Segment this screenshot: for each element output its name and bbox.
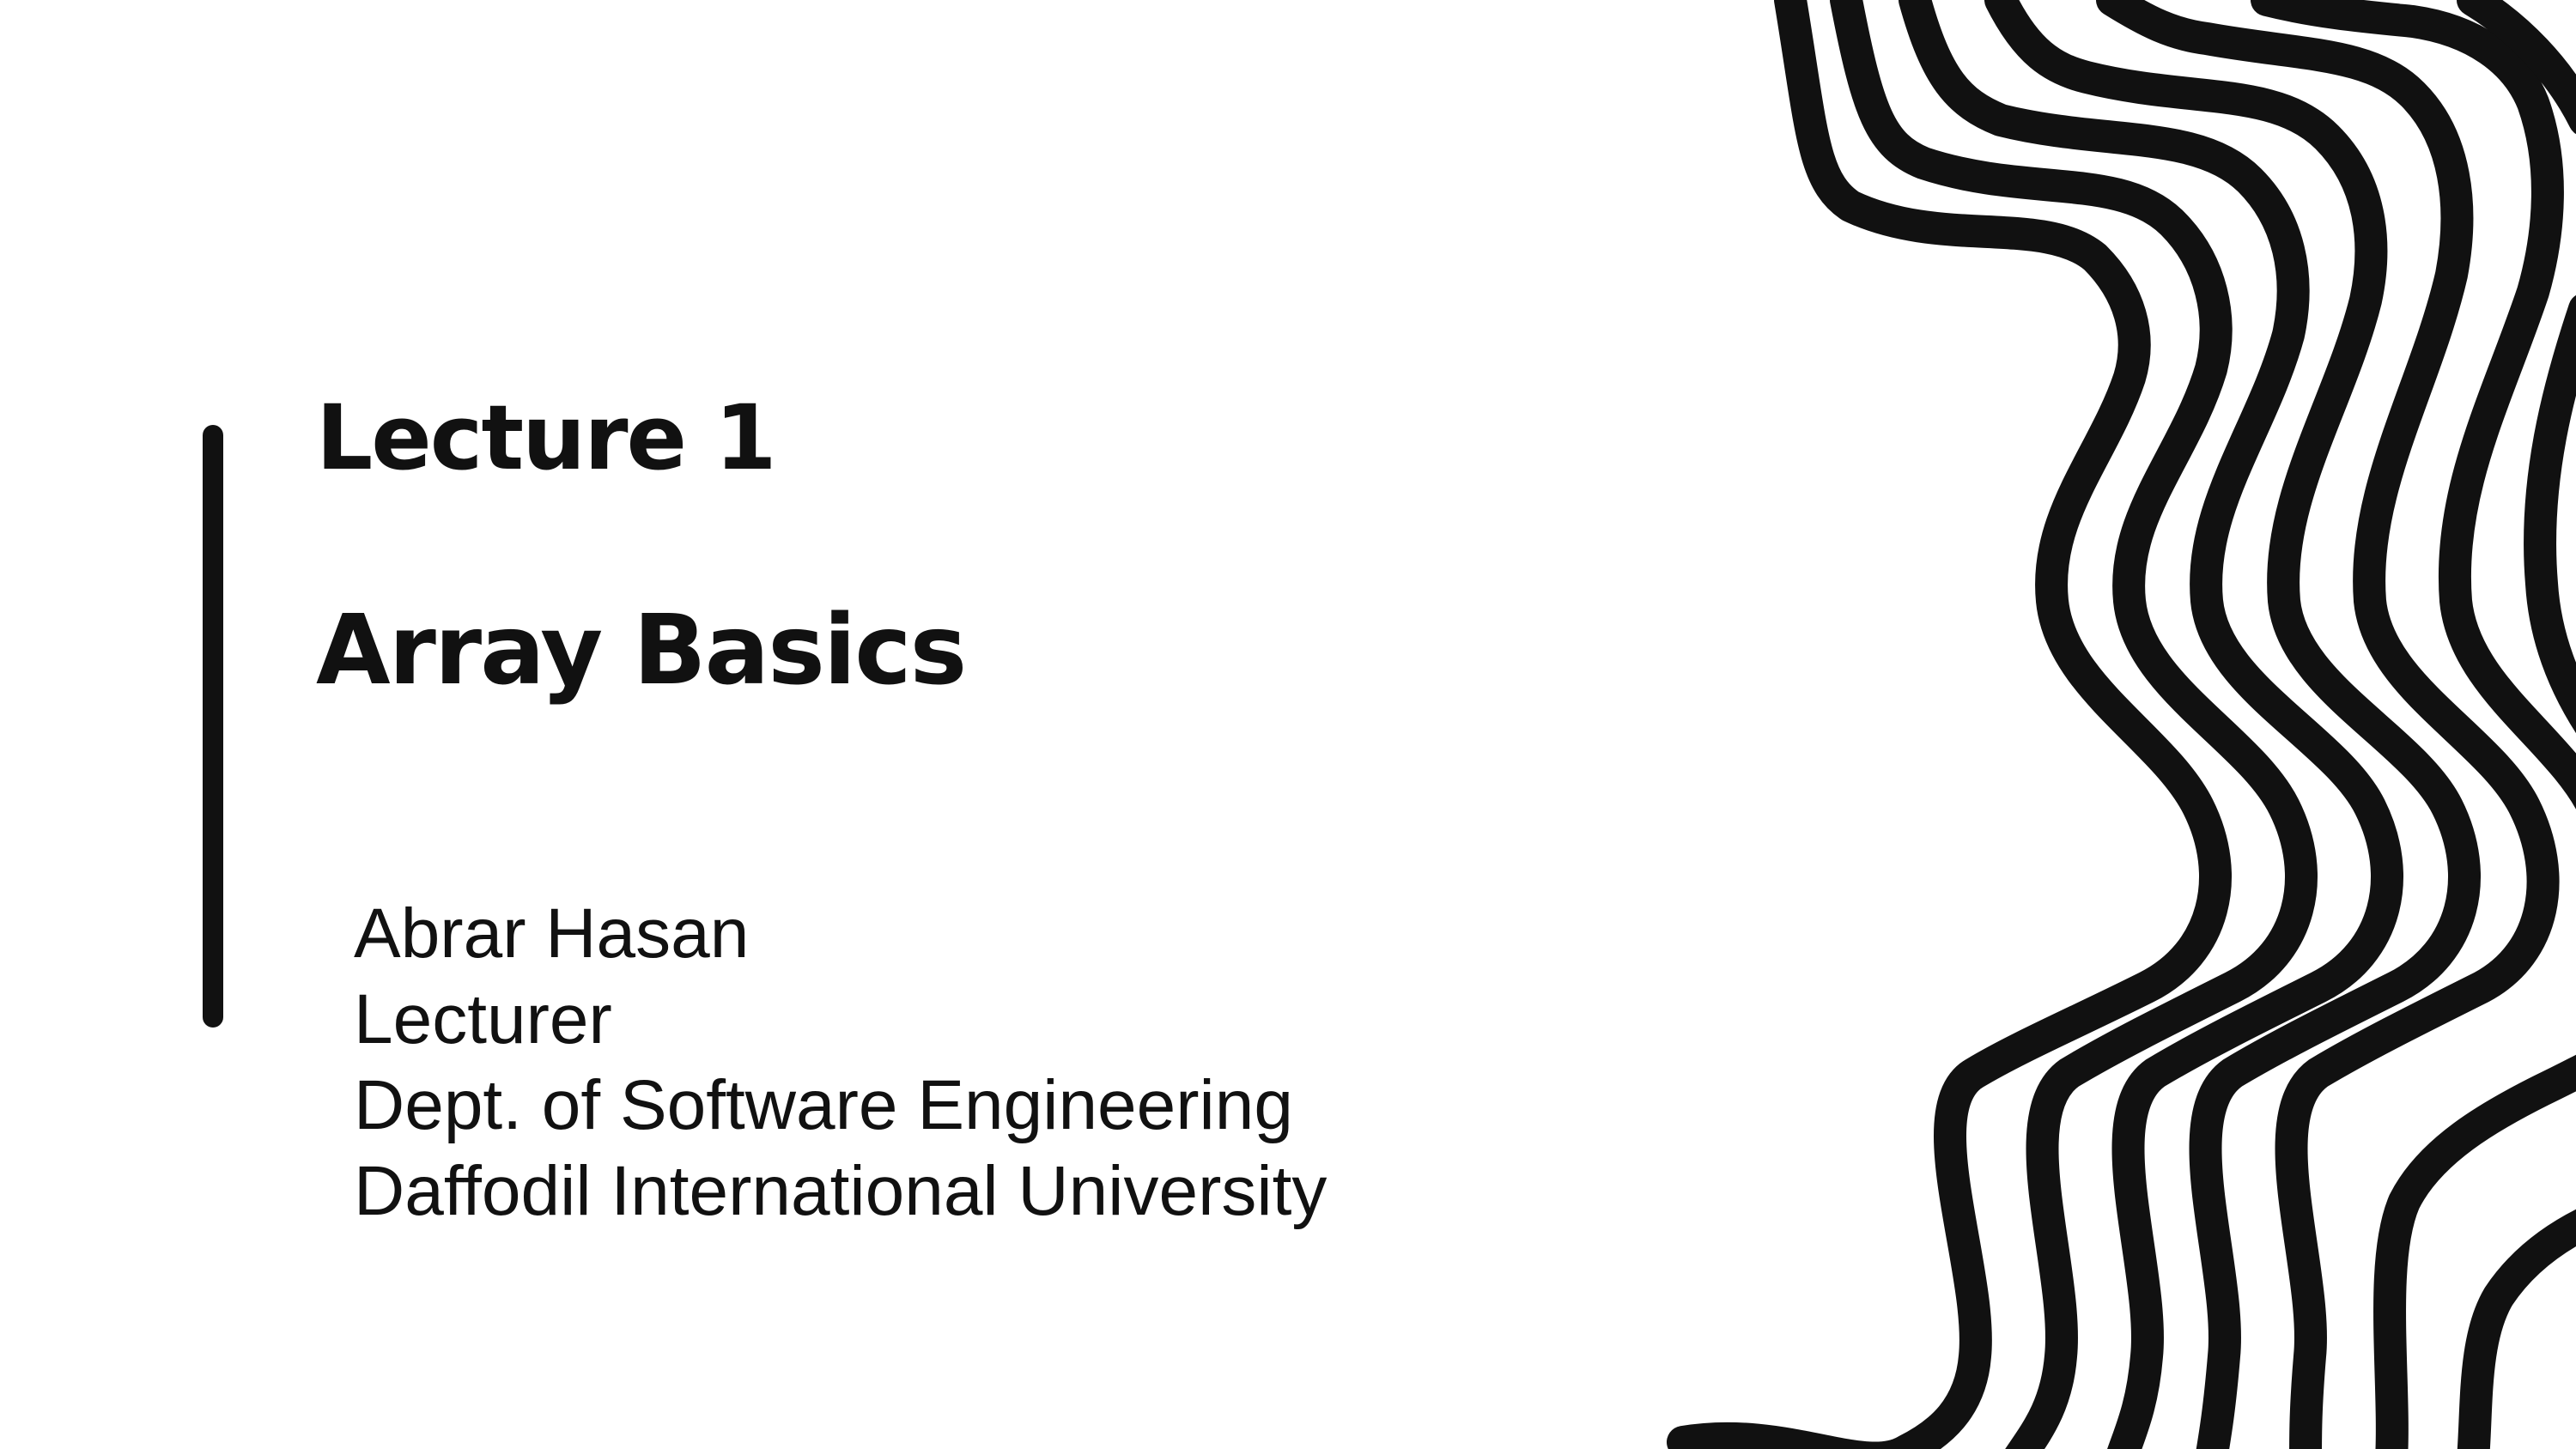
topic-title: Array Basics	[316, 595, 967, 706]
author-role: Lecturer	[354, 980, 612, 1058]
wavy-stripes	[1667, 0, 2576, 1449]
author-institution: Daffodil International University	[354, 1152, 1327, 1230]
wave-stripe	[2457, 1209, 2576, 1449]
accent-bar	[203, 425, 223, 1028]
author-name: Abrar Hasan	[354, 894, 750, 973]
lecture-title: Lecture 1	[316, 385, 777, 490]
title-slide: Lecture 1 Array Basics Abrar Hasan Lectu…	[0, 0, 2576, 1449]
wave-stripe	[2524, 294, 2576, 734]
author-info: Abrar Hasan Lecturer Dept. of Software E…	[354, 891, 1327, 1234]
author-department: Dept. of Software Engineering	[354, 1066, 1293, 1144]
